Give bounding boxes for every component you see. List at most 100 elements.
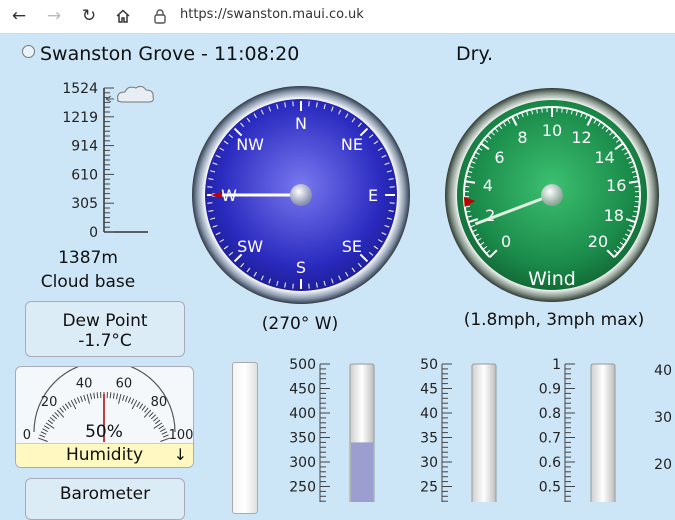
back-button[interactable]: ← bbox=[8, 5, 30, 27]
bar-gauge-1 bbox=[232, 362, 258, 514]
arrow-right-icon: → bbox=[47, 6, 61, 26]
humidity-tick bbox=[81, 396, 83, 402]
humidity-tick bbox=[65, 404, 68, 409]
compass-label-n: N bbox=[295, 114, 307, 133]
wind-tick bbox=[634, 206, 639, 207]
dewpoint-value: -1.7°C bbox=[26, 331, 184, 351]
humidity-tick bbox=[162, 432, 167, 435]
bar-scale-label: 250 bbox=[289, 480, 316, 496]
wind-direction-gauge: NNEESESSWWNW bbox=[190, 84, 412, 306]
bar-scale-label: 350 bbox=[289, 431, 316, 447]
humidity-tick bbox=[155, 420, 160, 424]
wind-tick-label: 18 bbox=[604, 206, 624, 225]
humidity-tick bbox=[90, 393, 91, 399]
bar-scale-label: 35 bbox=[420, 431, 438, 447]
humidity-tick bbox=[74, 399, 77, 404]
wind-label: Wind bbox=[528, 268, 576, 290]
wind-speed-caption: (1.8mph, 3mph max) bbox=[449, 310, 659, 330]
bar-scale-label: 25 bbox=[420, 480, 438, 496]
wind-tick-label: 4 bbox=[483, 176, 493, 195]
wind-tick-label: 20 bbox=[588, 232, 608, 251]
humidity-tick bbox=[68, 402, 71, 407]
compass-label-s: S bbox=[296, 258, 306, 277]
bar-scale-label: 40 bbox=[654, 363, 672, 379]
humidity-tick-label: 60 bbox=[116, 376, 133, 391]
humidity-tick bbox=[42, 429, 47, 432]
weather-condition: Dry. bbox=[456, 43, 493, 65]
bar-gauge-4: 10.90.80.70.60.5 bbox=[525, 352, 625, 502]
humidity-tick bbox=[131, 399, 134, 404]
station-title: Swanston Grove - 11:08:20 bbox=[40, 43, 299, 65]
dewpoint-panel: Dew Point -1.7°C bbox=[25, 301, 185, 357]
humidity-value: 50% bbox=[85, 422, 123, 442]
humidity-tick-label: 80 bbox=[151, 395, 168, 410]
humidity-tick-label: 40 bbox=[76, 376, 93, 391]
arrow-left-icon: ← bbox=[12, 6, 26, 26]
bar-gauge-3: 504540353025 bbox=[412, 352, 502, 502]
humidity-tick bbox=[44, 426, 49, 429]
humidity-tick bbox=[94, 393, 95, 399]
forward-button[interactable]: → bbox=[43, 5, 65, 27]
humidity-tick bbox=[151, 415, 155, 419]
dewpoint-label: Dew Point bbox=[26, 311, 184, 331]
wind-tick-label: 6 bbox=[494, 148, 504, 167]
cloudbase-tick-label: 1524 bbox=[62, 81, 98, 97]
wind-tick-label: 12 bbox=[571, 128, 591, 147]
humidity-panel: 020406080100 50% Humidity ↓ bbox=[15, 366, 194, 468]
address-bar[interactable]: https://swanston.maui.co.uk bbox=[180, 7, 364, 22]
home-button[interactable] bbox=[112, 5, 134, 27]
bar-scale-label: 20 bbox=[654, 457, 672, 473]
bar-scale-label: 450 bbox=[289, 382, 316, 398]
compass-label-nw: NW bbox=[236, 135, 264, 154]
wind-tick bbox=[542, 108, 543, 113]
status-indicator[interactable] bbox=[22, 45, 35, 58]
bar-scale-label: 0.6 bbox=[539, 455, 561, 471]
cloudbase-tick-label: 610 bbox=[71, 167, 98, 183]
humidity-tick bbox=[50, 417, 55, 421]
bar-scale-label: 50 bbox=[420, 357, 438, 373]
humidity-tick bbox=[52, 415, 56, 419]
bar-scale-label: 0.9 bbox=[539, 382, 561, 398]
cloudbase-label: Cloud base bbox=[28, 272, 148, 292]
wind-tick bbox=[465, 206, 470, 207]
cloudbase-tick-label: 914 bbox=[71, 139, 98, 155]
bar-gauge-5: 403020 bbox=[650, 352, 675, 502]
humidity-tick-label: 20 bbox=[41, 395, 58, 410]
bar-scale-label: 300 bbox=[289, 455, 316, 471]
cloudbase-tick-label: 0 bbox=[89, 225, 98, 241]
bar-scale-label: 30 bbox=[420, 455, 438, 471]
humidity-dial: 020406080100 50% bbox=[16, 367, 193, 445]
humidity-tick bbox=[160, 429, 165, 432]
humidity-tick bbox=[39, 435, 45, 437]
cloudbase-value: 1387m bbox=[28, 248, 148, 268]
barometer-panel: Barometer bbox=[25, 478, 185, 520]
arrow-down-icon[interactable]: ↓ bbox=[174, 445, 187, 464]
cloudbase-gauge: 1524 1219 914 610 305 0 bbox=[40, 72, 170, 242]
wind-tick bbox=[562, 108, 563, 113]
wind-tick-label: 0 bbox=[501, 232, 511, 251]
humidity-tick bbox=[84, 395, 86, 401]
reload-button[interactable]: ↻ bbox=[78, 5, 100, 27]
humidity-tick bbox=[119, 394, 121, 404]
lock-icon bbox=[153, 8, 167, 24]
cloudbase-tick-label: 1219 bbox=[62, 110, 98, 126]
wind-hub bbox=[541, 184, 563, 206]
humidity-tick bbox=[128, 397, 130, 403]
cloudbase-pointer bbox=[106, 96, 114, 102]
humidity-tick bbox=[77, 397, 79, 403]
browser-toolbar: ← → ↻ https://swanston.maui.co.uk bbox=[0, 0, 675, 34]
wind-tick-label: 10 bbox=[542, 121, 562, 140]
bar-scale-label: 400 bbox=[289, 406, 316, 422]
bar-scale-label: 0.5 bbox=[539, 480, 561, 496]
home-icon bbox=[116, 9, 130, 23]
humidity-tick bbox=[153, 417, 158, 421]
compass-label-sw: SW bbox=[237, 237, 263, 256]
bar-scale-label: 0.8 bbox=[539, 406, 561, 422]
humidity-tick bbox=[137, 402, 140, 407]
bar-scale-label: 40 bbox=[420, 406, 438, 422]
humidity-footer: Humidity ↓ bbox=[16, 443, 193, 468]
wind-tick-label: 14 bbox=[594, 148, 614, 167]
cloudbase-tick-label: 305 bbox=[71, 196, 98, 212]
compass-hub bbox=[290, 184, 312, 206]
humidity-tick bbox=[62, 406, 66, 411]
